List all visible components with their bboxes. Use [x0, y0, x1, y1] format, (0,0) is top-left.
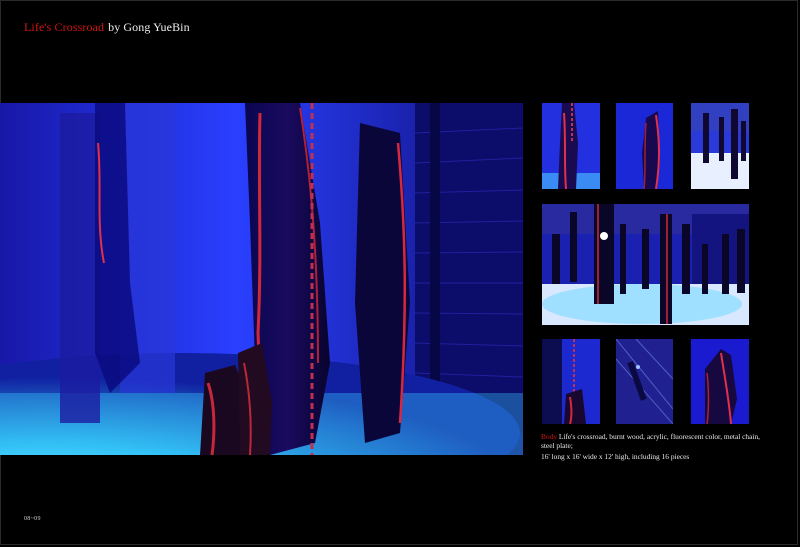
- detail-photo-2: [616, 103, 673, 189]
- caption-label: Body: [541, 432, 558, 441]
- artist-byline: by Gong YueBin: [108, 20, 190, 34]
- detail-photo-1: [542, 103, 600, 189]
- main-installation-photo: [0, 103, 523, 455]
- detail-photo-6: [616, 339, 673, 424]
- artwork-title: Life's Crossroad: [24, 20, 105, 34]
- page-number: 08~09: [24, 516, 41, 522]
- caption-dimensions: 16' long x 16' wide x 12' high, includin…: [541, 451, 690, 461]
- detail-photo-7: [691, 339, 749, 424]
- artwork-caption: Body Life's crossroad, burnt wood, acryl…: [541, 432, 763, 461]
- detail-photo-4: [542, 204, 749, 325]
- page-title: Life's Crossroad by Gong YueBin: [24, 20, 190, 35]
- detail-photo-5: [542, 339, 600, 424]
- detail-photo-3: [691, 103, 749, 189]
- caption-materials: Life's crossroad, burnt wood, acrylic, f…: [541, 432, 761, 451]
